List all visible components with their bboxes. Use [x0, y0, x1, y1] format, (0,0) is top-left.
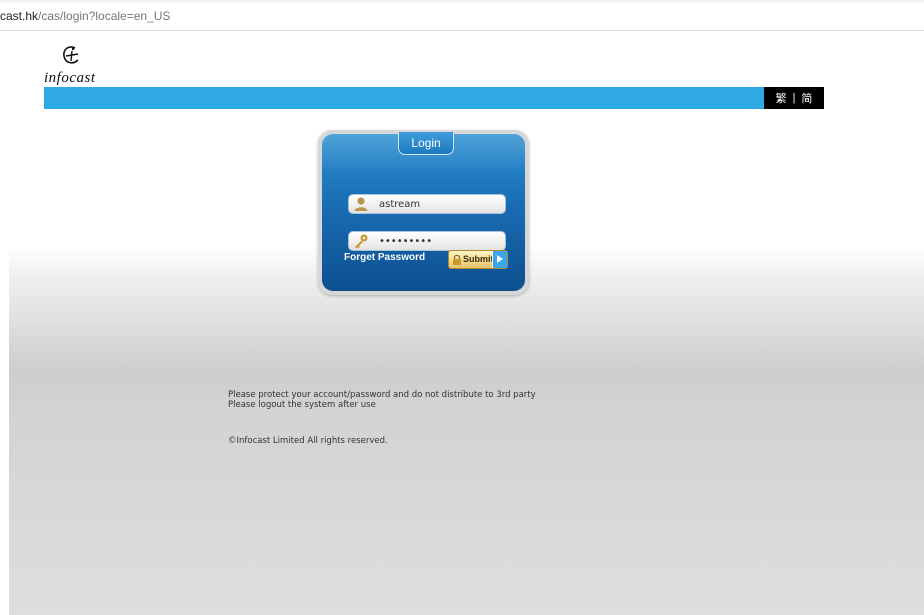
submit-label: Submit: [463, 254, 494, 264]
url-text[interactable]: cast.hk/cas/login?locale=en_US: [0, 9, 170, 23]
forget-password-link[interactable]: Forget Password: [344, 252, 425, 263]
lang-traditional-link[interactable]: 繁: [776, 90, 787, 106]
address-bar[interactable]: cast.hk/cas/login?locale=en_US: [0, 0, 924, 31]
key-icon: [355, 234, 368, 249]
user-icon: [354, 197, 368, 211]
lock-icon: [453, 254, 461, 265]
browser-chrome-edge: [0, 0, 924, 4]
username-field[interactable]: [348, 194, 506, 214]
copyright-text: ©Infocast Limited All rights reserved.: [228, 436, 388, 446]
note-protect: Please protect your account/password and…: [228, 390, 536, 400]
window-left-border: [0, 31, 9, 615]
infocast-logo: infocast: [42, 43, 102, 87]
lang-separator: |: [792, 92, 796, 104]
play-arrow-icon: [492, 251, 507, 268]
lang-simplified-link[interactable]: 简: [801, 90, 812, 106]
language-switcher: 繁 | 简: [764, 87, 824, 109]
url-path: /cas/login?locale=en_US: [38, 9, 171, 23]
security-notes: Please protect your account/password and…: [228, 390, 536, 410]
submit-button[interactable]: Submit: [448, 250, 508, 269]
login-page: infocast 繁 | 简: [9, 31, 924, 615]
username-input[interactable]: [379, 197, 499, 212]
password-input[interactable]: [379, 234, 499, 249]
url-host: cast.hk: [0, 9, 39, 23]
login-tab: Login: [398, 132, 454, 155]
header-banner: 繁 | 简: [44, 87, 824, 109]
logo-text: infocast: [44, 70, 96, 86]
note-logout: Please logout the system after use: [228, 400, 376, 410]
password-field[interactable]: [348, 231, 506, 251]
logo-mark-icon: [63, 46, 79, 64]
